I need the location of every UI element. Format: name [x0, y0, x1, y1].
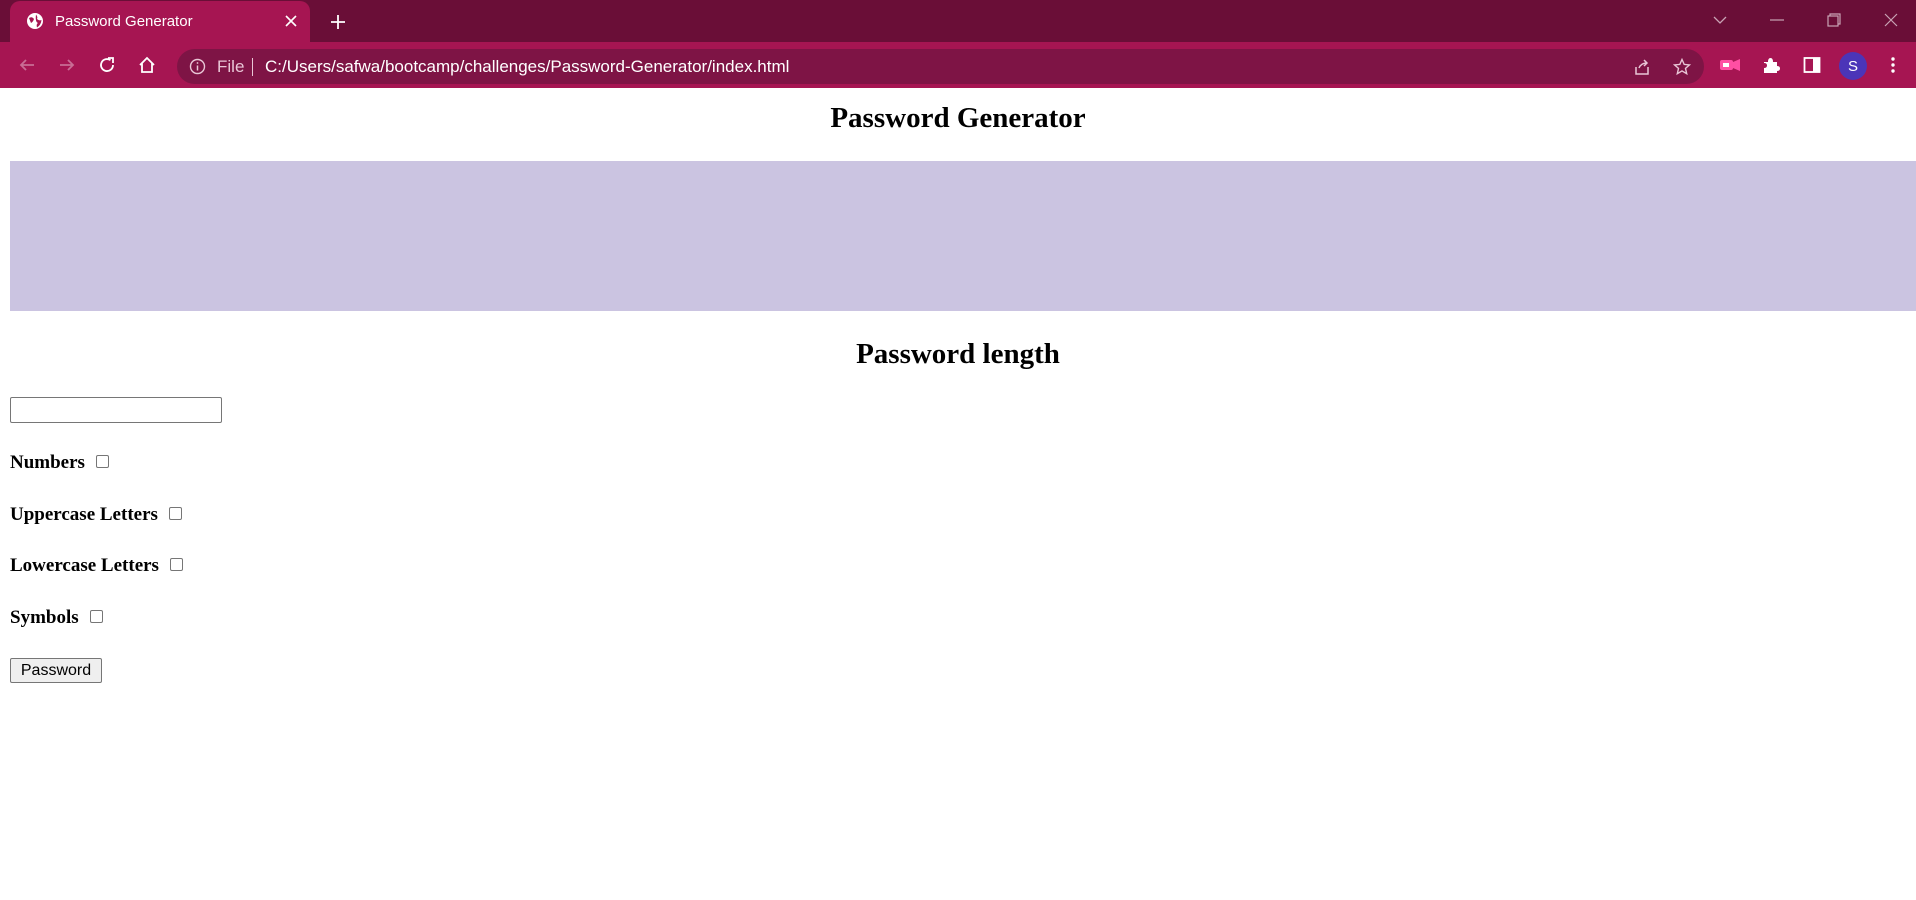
option-lowercase: Lowercase Letters	[10, 555, 183, 577]
browser-tab[interactable]: Password Generator	[10, 1, 310, 42]
back-icon[interactable]	[15, 53, 39, 77]
option-label: Numbers	[10, 452, 85, 473]
option-uppercase: Uppercase Letters	[10, 504, 182, 526]
length-input[interactable]	[10, 397, 222, 423]
scheme-chip: File	[217, 57, 245, 76]
address-bar[interactable]: File C:/Users/safwa/bootcamp/challenges/…	[177, 49, 1704, 84]
page-title: Password Generator	[830, 102, 1086, 134]
password-output	[10, 161, 1916, 311]
puzzle-icon[interactable]	[1759, 53, 1783, 77]
home-icon[interactable]	[135, 53, 159, 77]
option-label: Uppercase Letters	[10, 504, 158, 525]
symbols-checkbox[interactable]	[89, 610, 103, 623]
option-label: Lowercase Letters	[10, 555, 159, 576]
url-text[interactable]: C:/Users/safwa/bootcamp/challenges/Passw…	[265, 57, 789, 77]
length-heading: Password length	[856, 338, 1060, 370]
browser-toolbar: File C:/Users/safwa/bootcamp/challenges/…	[0, 42, 1916, 88]
chip-divider	[252, 58, 253, 76]
option-numbers: Numbers	[10, 452, 109, 474]
side-panel-icon[interactable]	[1800, 53, 1824, 77]
option-symbols: Symbols	[10, 607, 103, 629]
restore-icon[interactable]	[1820, 8, 1848, 32]
share-icon[interactable]	[1632, 57, 1652, 77]
reload-icon[interactable]	[95, 53, 119, 77]
lowercase-checkbox[interactable]	[169, 558, 183, 571]
chevron-down-icon[interactable]	[1706, 8, 1734, 32]
close-icon[interactable]	[282, 12, 300, 30]
extension-icon[interactable]	[1718, 53, 1742, 77]
avatar[interactable]: S	[1839, 52, 1867, 80]
generate-password-button[interactable]: Password	[10, 658, 102, 683]
page-content: Password Generator Password length Numbe…	[0, 88, 1916, 900]
plus-icon[interactable]	[326, 10, 350, 34]
tab-title: Password Generator	[55, 13, 193, 30]
forward-icon[interactable]	[55, 53, 79, 77]
star-icon[interactable]	[1672, 57, 1692, 77]
close-window-icon[interactable]	[1877, 8, 1905, 32]
globe-icon	[26, 12, 44, 30]
more-icon[interactable]	[1881, 53, 1905, 77]
uppercase-checkbox[interactable]	[168, 507, 182, 520]
info-icon[interactable]	[189, 58, 206, 75]
option-label: Symbols	[10, 607, 79, 628]
tab-strip: Password Generator	[0, 0, 1916, 42]
numbers-checkbox[interactable]	[95, 455, 109, 468]
minimize-icon[interactable]	[1763, 8, 1791, 32]
